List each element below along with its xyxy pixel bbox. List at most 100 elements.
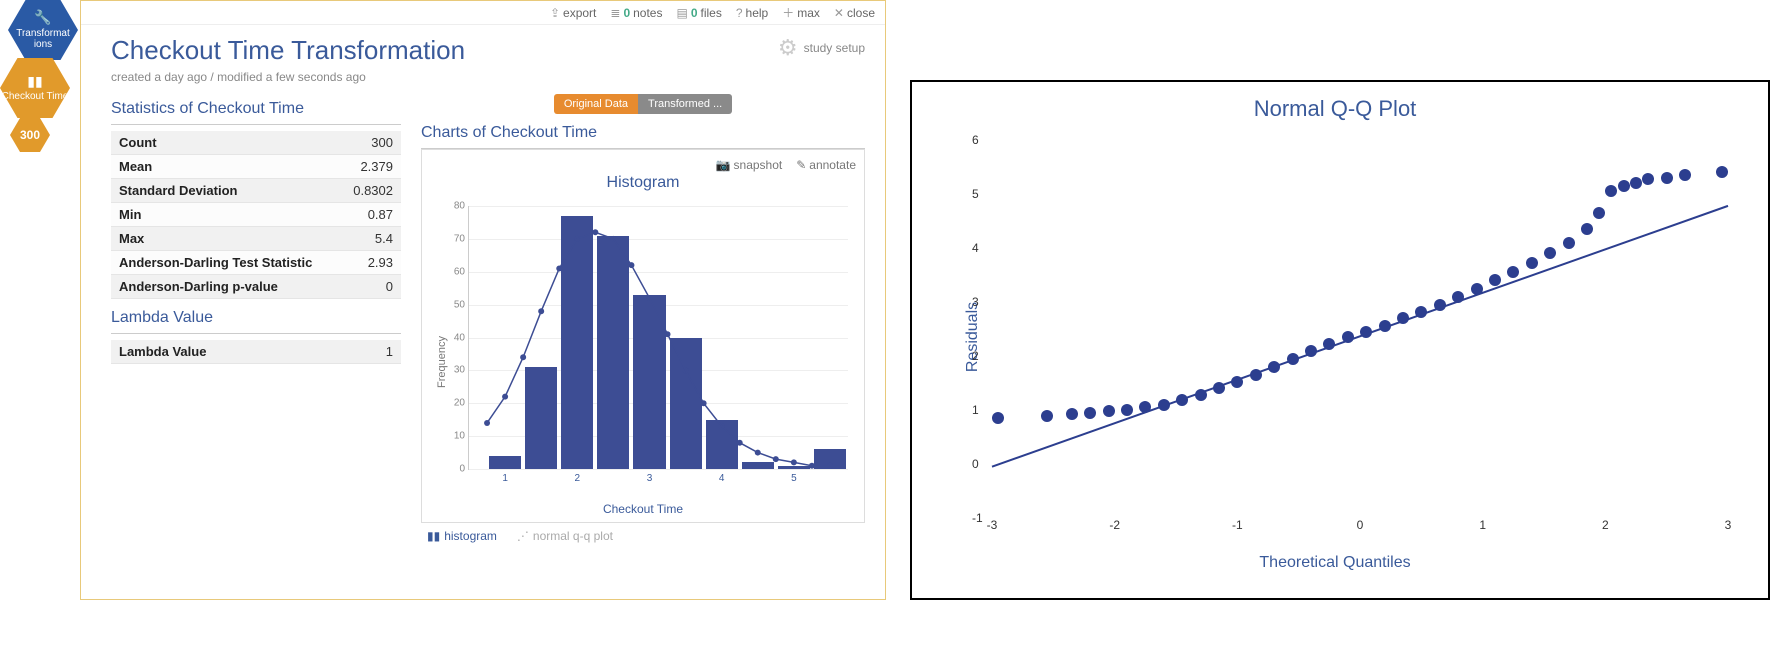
qq-point xyxy=(1305,345,1317,357)
x-tick: -3 xyxy=(987,518,998,532)
help-label: help xyxy=(746,6,769,20)
chart-type-qq[interactable]: ⋰ normal q-q plot xyxy=(517,529,613,543)
study-setup-button[interactable]: ⚙ study setup xyxy=(778,35,865,61)
stat-label: Min xyxy=(111,203,340,227)
lambda-value: 1 xyxy=(348,340,401,364)
qq-point xyxy=(1103,405,1115,417)
scatter-icon: ⋰ xyxy=(517,529,529,543)
qq-point xyxy=(1415,306,1427,318)
qq-point xyxy=(1526,257,1538,269)
export-icon: ⇪ xyxy=(550,6,560,20)
qq-point xyxy=(1195,389,1207,401)
table-row: Anderson-Darling Test Statistic2.93 xyxy=(111,251,401,275)
qq-point xyxy=(1084,407,1096,419)
stat-label: Mean xyxy=(111,155,340,179)
y-tick: 6 xyxy=(972,133,979,147)
stat-value: 5.4 xyxy=(340,227,401,251)
table-row: Mean2.379 xyxy=(111,155,401,179)
qq-point xyxy=(1066,408,1078,420)
plus-icon: ＋ xyxy=(782,4,794,21)
camera-icon: 📷 xyxy=(716,158,731,172)
y-tick: -1 xyxy=(972,511,983,525)
y-tick: 10 xyxy=(454,431,465,442)
x-tick: 5 xyxy=(791,473,797,484)
y-tick: 3 xyxy=(972,295,979,309)
x-tick: -2 xyxy=(1109,518,1120,532)
table-row: Max5.4 xyxy=(111,227,401,251)
qq-point xyxy=(1605,185,1617,197)
table-row: Anderson-Darling p-value0 xyxy=(111,275,401,299)
table-row: Count300 xyxy=(111,131,401,155)
qq-point xyxy=(1121,404,1133,416)
files-button[interactable]: ▤ 0 files xyxy=(676,6,721,20)
tab-checkout-time[interactable]: ▮▮ Checkout Time xyxy=(0,58,70,118)
x-tick: 0 xyxy=(1357,518,1364,532)
qq-point xyxy=(1581,223,1593,235)
lambda-heading: Lambda Value xyxy=(111,305,401,334)
annotate-button[interactable]: ✎ annotate xyxy=(796,158,856,172)
x-tick: 4 xyxy=(719,473,725,484)
y-tick: 80 xyxy=(454,201,465,212)
table-row: Min0.87 xyxy=(111,203,401,227)
study-setup-label: study setup xyxy=(804,41,865,55)
qq-point xyxy=(1176,394,1188,406)
qq-point xyxy=(1139,401,1151,413)
close-button[interactable]: ✕ close xyxy=(834,6,875,20)
help-button[interactable]: ? help xyxy=(736,6,768,20)
x-tick: 3 xyxy=(1725,518,1732,532)
qq-point xyxy=(1158,399,1170,411)
main-panel: ⇪ export ≣ 0 notes ▤ 0 files ? help ＋ ma… xyxy=(80,0,886,600)
qq-point xyxy=(1471,283,1483,295)
lambda-table: Lambda Value 1 xyxy=(111,340,401,364)
y-axis-label: Frequency xyxy=(436,336,448,388)
qq-point xyxy=(992,412,1004,424)
snapshot-label: snapshot xyxy=(734,158,783,172)
qq-title: Normal Q-Q Plot xyxy=(932,96,1738,122)
files-label: files xyxy=(701,6,722,20)
qq-point xyxy=(1397,312,1409,324)
bar-icon: ▮▮ xyxy=(427,529,440,543)
stats-table: Count300Mean2.379Standard Deviation0.830… xyxy=(111,131,401,299)
bar-chart-icon: ▮▮ xyxy=(27,74,42,89)
tab-transformed-data[interactable]: Transformed ... xyxy=(638,94,732,114)
chart-type-histogram[interactable]: ▮▮ histogram xyxy=(427,529,497,543)
stat-value: 2.379 xyxy=(340,155,401,179)
lambda-label: Lambda Value xyxy=(111,340,348,364)
charts-heading: Charts of Checkout Time xyxy=(421,120,865,149)
qq-point xyxy=(1287,353,1299,365)
tab-transformations-label: Transformat ions xyxy=(8,28,78,50)
export-button[interactable]: ⇪ export xyxy=(550,6,596,20)
qq-point xyxy=(1642,173,1654,185)
files-count: 0 xyxy=(691,6,698,20)
x-tick: 3 xyxy=(647,473,653,484)
stat-value: 0 xyxy=(340,275,401,299)
stat-label: Anderson-Darling p-value xyxy=(111,275,340,299)
stat-label: Anderson-Darling Test Statistic xyxy=(111,251,340,275)
wrench-icon: 🔧 xyxy=(34,10,51,25)
qq-point xyxy=(1563,237,1575,249)
x-tick: -1 xyxy=(1232,518,1243,532)
count-badge: 300 xyxy=(10,118,50,152)
stat-value: 0.87 xyxy=(340,203,401,227)
notes-button[interactable]: ≣ 0 notes xyxy=(610,6,662,20)
y-tick: 4 xyxy=(972,241,979,255)
side-tabs: 🔧 Transformat ions ▮▮ Checkout Time 300 xyxy=(0,0,80,160)
x-tick: 2 xyxy=(1602,518,1609,532)
tab-transformations[interactable]: 🔧 Transformat ions xyxy=(8,0,78,60)
annotate-label: annotate xyxy=(809,158,856,172)
x-tick: 1 xyxy=(1479,518,1486,532)
table-row: Standard Deviation0.8302 xyxy=(111,179,401,203)
tab-original-data[interactable]: Original Data xyxy=(554,94,638,114)
qq-chart xyxy=(992,140,1728,518)
qq-point xyxy=(1231,376,1243,388)
y-tick: 2 xyxy=(972,349,979,363)
qq-point xyxy=(1630,177,1642,189)
qq-point xyxy=(1213,382,1225,394)
close-label: close xyxy=(847,6,875,20)
snapshot-button[interactable]: 📷 snapshot xyxy=(716,158,783,172)
qq-panel: Normal Q-Q Plot Residuals Theoretical Qu… xyxy=(910,80,1770,600)
x-tick: 1 xyxy=(502,473,508,484)
qq-point xyxy=(1268,361,1280,373)
max-button[interactable]: ＋ max xyxy=(782,4,820,21)
page-title: Checkout Time Transformation xyxy=(111,35,778,66)
